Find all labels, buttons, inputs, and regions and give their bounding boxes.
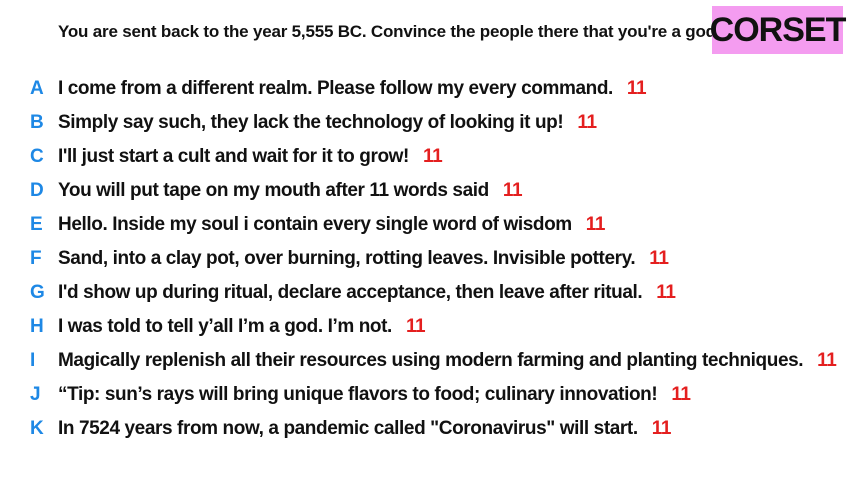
answer-score: 11 <box>577 112 597 133</box>
answer-letter: A <box>30 78 44 99</box>
answer-score: 11 <box>422 146 443 167</box>
answer-score: 11 <box>585 214 606 235</box>
answer-text: I come from a different realm. Please fo… <box>58 78 613 99</box>
answer-row-a: A I come from a different realm. Please … <box>30 72 836 106</box>
answer-text: Hello. Inside my soul i contain every si… <box>58 214 572 235</box>
answer-letter: J <box>30 384 41 405</box>
answer-row-j: J “Tip: sun’s rays will bring unique fla… <box>30 378 836 412</box>
answer-text: I'd show up during ritual, declare accep… <box>58 282 643 303</box>
answer-text: Magically replenish all their resources … <box>58 350 804 371</box>
brand-logo-text: CORSET <box>709 10 847 49</box>
answer-text: I'll just start a cult and wait for it t… <box>58 146 409 167</box>
answer-text: I was told to tell y’all I’m a god. I’m … <box>58 316 392 337</box>
answer-score: 11 <box>502 180 523 201</box>
answer-text: Simply say such, they lack the technolog… <box>58 112 564 133</box>
answer-score: 11 <box>651 418 672 439</box>
answer-list: A I come from a different realm. Please … <box>30 72 837 446</box>
answer-row-i: I Magically replenish all their resource… <box>30 344 837 378</box>
answer-row-h: H I was told to tell y’all I’m a god. I’… <box>30 310 836 344</box>
answer-text: Sand, into a clay pot, over burning, rot… <box>58 248 636 269</box>
answer-letter: H <box>30 316 44 337</box>
answer-row-c: C I'll just start a cult and wait for it… <box>30 140 836 174</box>
answer-text: “Tip: sun’s rays will bring unique flavo… <box>58 384 658 405</box>
brand-logo: CORSET <box>709 6 847 54</box>
answer-letter: B <box>30 112 44 133</box>
answer-row-d: D You will put tape on my mouth after 11… <box>30 174 836 208</box>
answer-text: In 7524 years from now, a pandemic calle… <box>58 418 638 439</box>
answer-row-b: B Simply say such, they lack the technol… <box>30 106 836 140</box>
answer-score: 11 <box>626 78 647 99</box>
answer-text: You will put tape on my mouth after 11 w… <box>58 180 489 201</box>
answer-row-k: K In 7524 years from now, a pandemic cal… <box>30 412 836 446</box>
answer-score: 11 <box>656 282 676 303</box>
answer-row-e: E Hello. Inside my soul i contain every … <box>30 208 836 242</box>
prompt-text: You are sent back to the year 5,555 BC. … <box>58 22 721 41</box>
answer-letter: E <box>30 214 43 235</box>
answer-score: 11 <box>671 384 691 405</box>
answer-score: 11 <box>405 316 426 337</box>
answer-score: 11 <box>649 248 669 269</box>
answer-letter: I <box>30 350 36 371</box>
answer-letter: C <box>30 146 44 167</box>
answer-score: 11 <box>817 350 837 371</box>
answer-row-g: G I'd show up during ritual, declare acc… <box>30 276 836 310</box>
answer-letter: F <box>30 248 42 269</box>
answer-letter: G <box>30 282 45 303</box>
answer-letter: D <box>30 180 44 201</box>
answer-row-f: F Sand, into a clay pot, over burning, r… <box>30 242 836 276</box>
answer-letter: K <box>30 418 44 439</box>
